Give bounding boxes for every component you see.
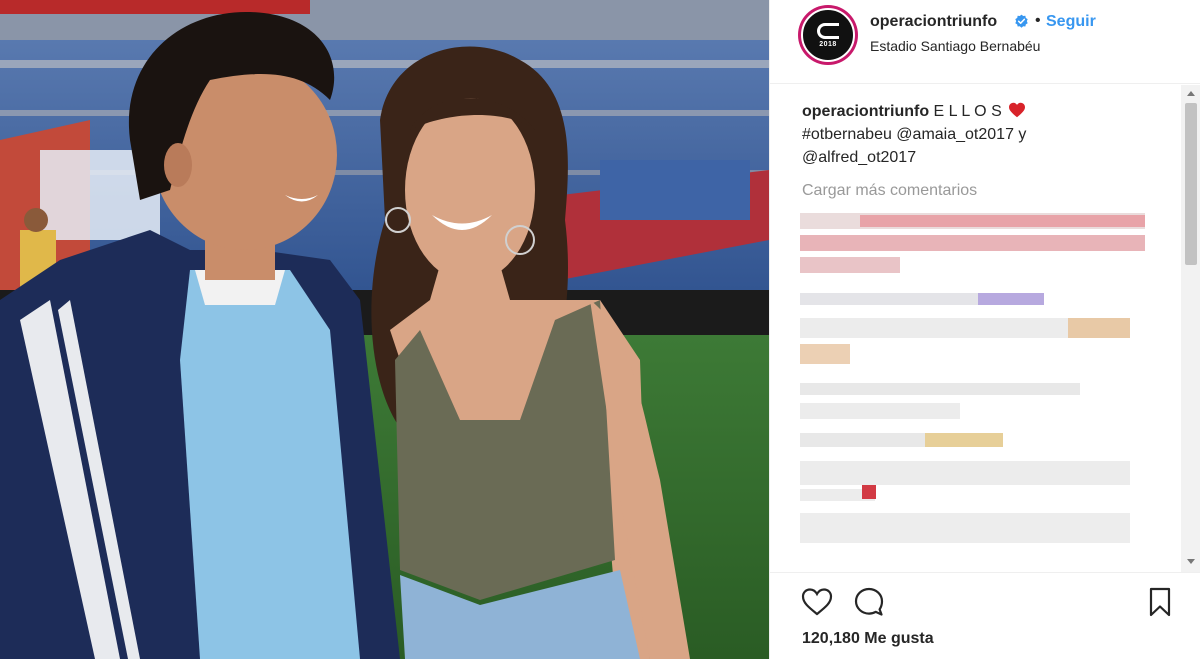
scroll-up-arrow-icon[interactable] <box>1187 91 1195 96</box>
avatar-image: 2018 <box>801 8 855 62</box>
caption-username[interactable]: operaciontriunfo <box>802 103 929 120</box>
post-header: 2018 operaciontriunfo • Seguir Estadio S… <box>770 0 1200 84</box>
caption-hashtag-line[interactable]: #otbernabeu @amaia_ot2017 y <box>802 126 1026 143</box>
blurred-comments <box>800 213 1145 543</box>
post-caption: operaciontriunfo E L L O S #otbernabeu @… <box>802 100 1152 169</box>
post-location[interactable]: Estadio Santiago Bernabéu <box>870 38 1040 54</box>
caption-mention-line[interactable]: @alfred_ot2017 <box>802 149 916 166</box>
avatar-year-text: 2018 <box>819 40 837 48</box>
load-more-comments-link[interactable]: Cargar más comentarios <box>802 182 977 200</box>
post-photo-image <box>0 0 769 659</box>
likes-count[interactable]: 120,180 Me gusta <box>802 630 934 648</box>
scroll-thumb[interactable] <box>1185 103 1197 265</box>
instagram-post-window: 2018 operaciontriunfo • Seguir Estadio S… <box>0 0 1200 659</box>
header-separator: • <box>1035 12 1041 29</box>
follow-button[interactable]: Seguir <box>1046 13 1096 31</box>
post-side-panel: 2018 operaciontriunfo • Seguir Estadio S… <box>769 0 1200 659</box>
post-photo[interactable] <box>0 0 769 659</box>
post-username[interactable]: operaciontriunfo <box>870 13 997 31</box>
ot-logo-icon <box>817 22 839 39</box>
comments-scrollbar[interactable] <box>1181 85 1200 572</box>
red-heart-emoji-icon <box>1009 102 1026 118</box>
caption-text: E L L O S <box>929 103 1007 120</box>
scroll-down-arrow-icon[interactable] <box>1187 559 1195 564</box>
post-actions: 120,180 Me gusta <box>770 572 1200 659</box>
profile-avatar[interactable]: 2018 <box>798 5 858 65</box>
comments-section: operaciontriunfo E L L O S #otbernabeu @… <box>770 85 1200 572</box>
heart-icon[interactable] <box>800 585 834 619</box>
bookmark-icon[interactable] <box>1143 585 1177 619</box>
comment-icon[interactable] <box>852 585 886 619</box>
verified-badge-icon <box>1015 14 1028 28</box>
